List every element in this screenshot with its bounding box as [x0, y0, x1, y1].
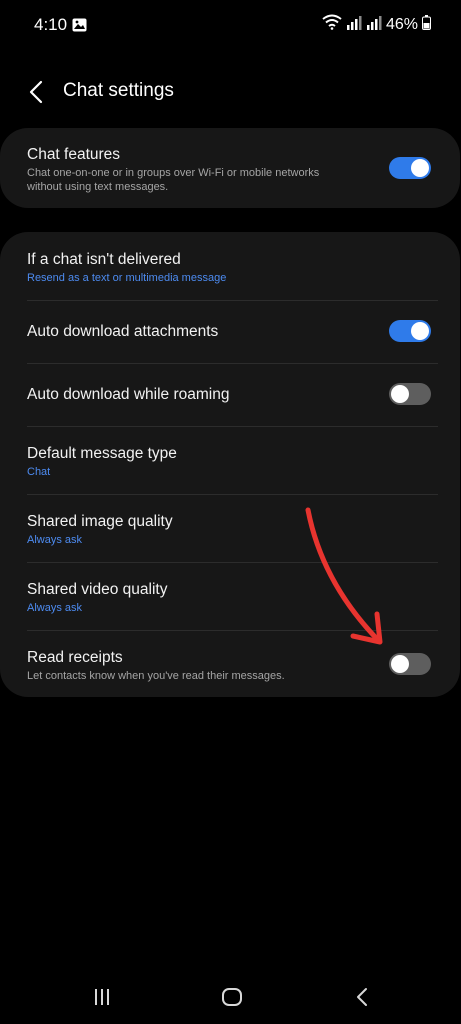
recent-apps-button[interactable]: [82, 984, 122, 1010]
auto-download-title: Auto download attachments: [27, 323, 219, 340]
image-quality-value: Always ask: [27, 534, 83, 546]
video-quality-row[interactable]: Shared video quality Always ask: [0, 563, 460, 630]
back-icon: [357, 988, 367, 1006]
default-type-value: Chat: [27, 466, 51, 478]
signal-icon: [346, 15, 362, 35]
chevron-left-icon: [29, 80, 43, 104]
toggle-knob: [391, 655, 409, 673]
read-receipts-toggle[interactable]: [389, 653, 431, 675]
chat-features-toggle[interactable]: [389, 157, 431, 179]
chat-features-subtitle-line1: Chat one-on-one or in groups over Wi-Fi …: [27, 167, 320, 179]
image-quality-title: Shared image quality: [27, 513, 173, 530]
roaming-title: Auto download while roaming: [27, 386, 230, 403]
gallery-notification-icon: [72, 18, 87, 37]
status-bar: 4:10 46%: [0, 0, 461, 50]
status-icons: 46%: [322, 14, 431, 35]
roaming-row[interactable]: Auto download while roaming: [0, 364, 460, 426]
read-receipts-row[interactable]: Read receipts Let contacts know when you…: [0, 631, 460, 697]
settings-card: If a chat isn't delivered Resend as a te…: [0, 232, 460, 697]
toggle-knob: [391, 385, 409, 403]
chat-features-subtitle-line2: without using text messages.: [27, 181, 169, 193]
default-type-title: Default message type: [27, 445, 177, 462]
home-button[interactable]: [212, 984, 252, 1010]
default-type-row[interactable]: Default message type Chat: [0, 427, 460, 494]
nav-back-button[interactable]: [342, 984, 382, 1010]
video-quality-title: Shared video quality: [27, 581, 168, 598]
home-icon: [222, 988, 242, 1006]
undelivered-row[interactable]: If a chat isn't delivered Resend as a te…: [0, 232, 460, 300]
toggle-knob: [411, 322, 429, 340]
battery-icon: [422, 14, 431, 35]
image-quality-row[interactable]: Shared image quality Always ask: [0, 495, 460, 562]
chat-features-title: Chat features: [27, 146, 121, 163]
back-button[interactable]: [22, 78, 50, 106]
chat-features-card: Chat features Chat one-on-one or in grou…: [0, 128, 460, 208]
video-quality-value: Always ask: [27, 602, 83, 614]
recent-apps-icon: [95, 989, 109, 1005]
status-time: 4:10: [34, 15, 68, 34]
read-receipts-subtitle: Let contacts know when you've read their…: [27, 670, 285, 682]
undelivered-title: If a chat isn't delivered: [27, 251, 181, 268]
header: Chat settings: [0, 70, 461, 114]
toggle-knob: [411, 159, 429, 177]
chat-features-row[interactable]: Chat features Chat one-on-one or in grou…: [0, 128, 460, 208]
page-title: Chat settings: [63, 80, 174, 101]
navigation-bar: [0, 970, 461, 1024]
auto-download-row[interactable]: Auto download attachments: [0, 301, 460, 363]
roaming-toggle[interactable]: [389, 383, 431, 405]
undelivered-value: Resend as a text or multimedia message: [27, 272, 227, 284]
read-receipts-title: Read receipts: [27, 649, 123, 666]
battery-percentage: 46%: [385, 15, 418, 33]
auto-download-toggle[interactable]: [389, 320, 431, 342]
wifi-icon: [322, 14, 342, 35]
signal-icon-2: [366, 15, 382, 35]
